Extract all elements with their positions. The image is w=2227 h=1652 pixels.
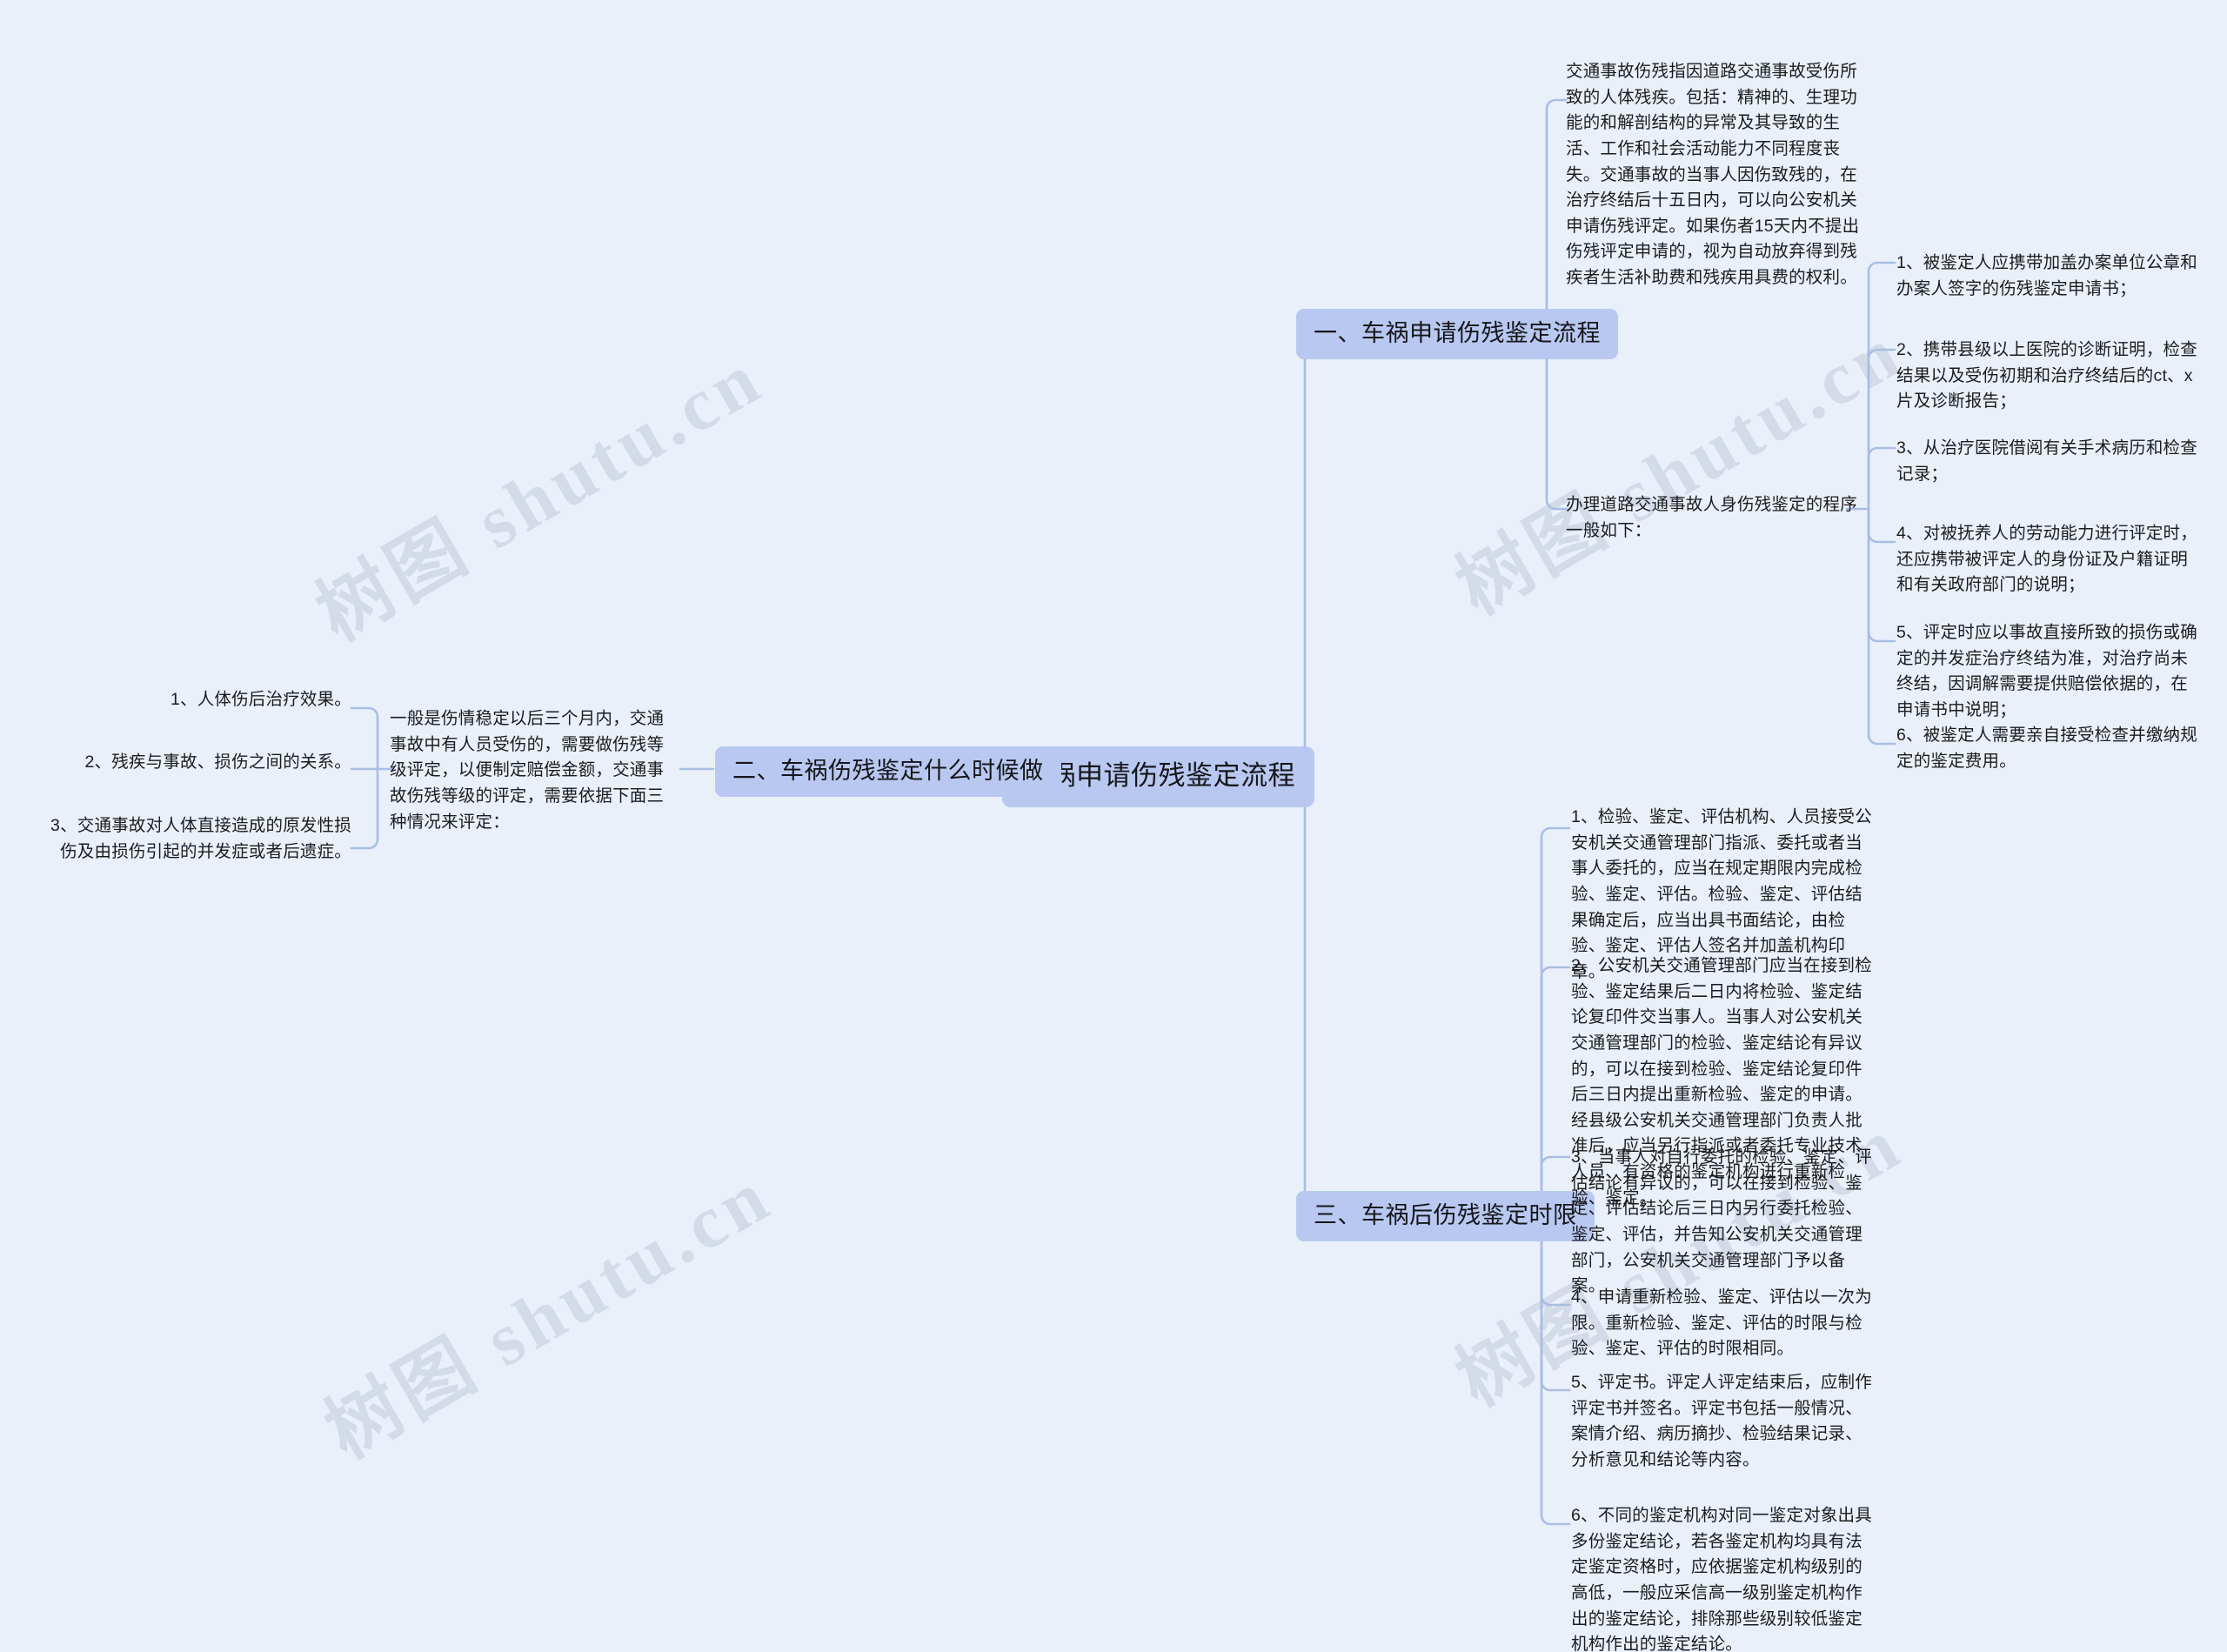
- branch-one-procedure-item: 4、对被抚养人的劳动能力进行评定时，还应携带被评定人的身份证及户籍证明和有关政府…: [1896, 524, 2197, 595]
- branch-two-lead: 一般是伤情稳定以后三个月内，交通事故中有人员受伤的，需要做伤残等级评定，以便制定…: [390, 709, 665, 832]
- branch-one-procedure-item: 2、携带县级以上医院的诊断证明，检查结果以及受伤初期和治疗终结后的ct、x片及诊…: [1896, 340, 2197, 411]
- watermark: 树图 shutu.cn: [303, 335, 777, 657]
- branch-one-procedure-lead: 办理道路交通事故人身伤残鉴定的程序一般如下：: [1566, 495, 1857, 540]
- branch-two-item: 2、残疾与事故、损伤之间的关系。: [84, 752, 351, 772]
- branch-three-item: 3、当事人对自行委托的检验、鉴定、评估结论有异议的，可以在接到检验、鉴定、评估结…: [1571, 1147, 1872, 1296]
- watermark: 树图 shutu.cn: [311, 1153, 786, 1475]
- branch-one-procedure-item: 1、被鉴定人应携带加盖办案单位公章和办案人签字的伤残鉴定申请书；: [1896, 253, 2197, 298]
- branch-two-item: 3、交通事故对人体直接造成的原发性损伤及由损伤引起的并发症或者后遗症。: [50, 816, 351, 861]
- branch-two-item: 1、人体伤后治疗效果。: [170, 690, 351, 709]
- branch-node-three[interactable]: 三、车祸后伤残鉴定时限: [1296, 1191, 1595, 1242]
- branch-node-one[interactable]: 一、车祸申请伤残鉴定流程: [1296, 309, 1618, 360]
- mindmap-canvas: 树图 shutu.cn 树图 shutu.cn 树图 shutu.cn 树图 s…: [0, 0, 2227, 1652]
- branch-one-procedure-item: 5、评定时应以事故直接所致的损伤或确定的并发症治疗终结为准，对治疗尚未终结，因调…: [1896, 623, 2197, 719]
- branch-three-item: 6、不同的鉴定机构对同一鉴定对象出具多份鉴定结论，若各鉴定机构均具有法定鉴定资格…: [1571, 1506, 1872, 1652]
- branch-three-item: 4、申请重新检验、鉴定、评估以一次为限。重新检验、鉴定、评估的时限与检验、鉴定、…: [1571, 1287, 1872, 1359]
- branch-one-procedure-item: 6、被鉴定人需要亲自接受检查并缴纳规定的鉴定费用。: [1896, 726, 2197, 771]
- branch-node-two[interactable]: 二、车祸伤残鉴定什么时候做: [715, 746, 1061, 798]
- branch-one-procedure-item: 3、从治疗医院借阅有关手术病历和检查记录；: [1896, 438, 2197, 484]
- branch-one-intro: 交通事故伤残指因道路交通事故受伤所致的人体残疾。包括：精神的、生理功能的和解剖结…: [1566, 62, 1860, 287]
- branch-three-item: 5、评定书。评定人评定结束后，应制作评定书并签名。评定书包括一般情况、案情介绍、…: [1571, 1373, 1872, 1469]
